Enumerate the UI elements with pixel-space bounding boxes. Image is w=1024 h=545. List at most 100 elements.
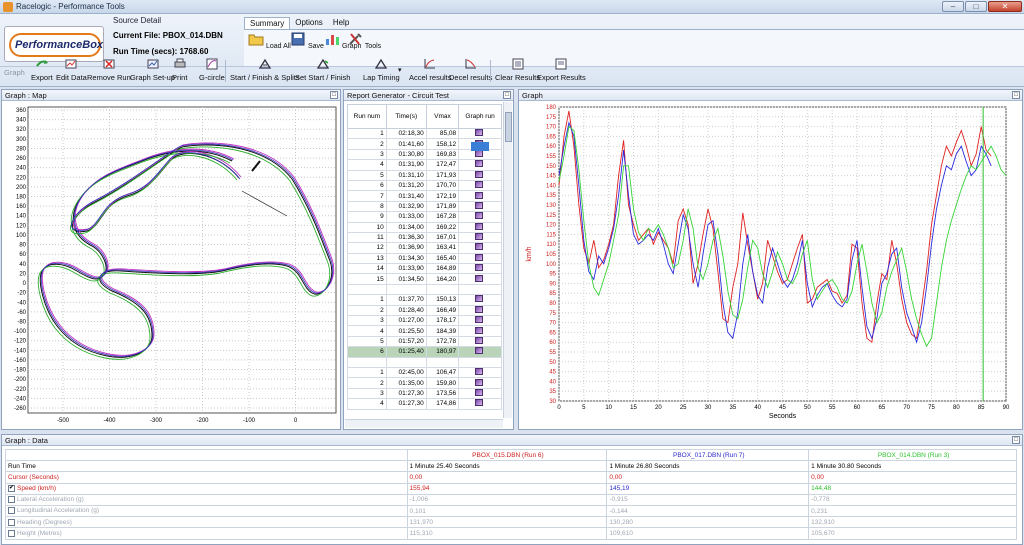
report-row[interactable]: 1 02:45,00 106,47 <box>347 366 502 379</box>
remove-run-button[interactable]: Remove Run <box>87 58 131 82</box>
report-row[interactable]: 4 01:25,50 184,39 <box>347 325 502 337</box>
graph-run-icon[interactable] <box>475 264 484 272</box>
report-row[interactable]: 15 01:34,50 164,20 <box>347 273 502 285</box>
graph-run-icon[interactable] <box>475 129 484 137</box>
maximize-button[interactable]: □ <box>965 1 987 12</box>
graph-setup-button[interactable]: Graph Set-up <box>130 58 175 82</box>
graph-run-cell[interactable] <box>458 200 502 213</box>
col-graph-run[interactable]: Graph run <box>458 104 502 129</box>
pin-icon[interactable]: □ <box>1012 436 1020 444</box>
accel-results-button[interactable]: Accel results <box>409 58 452 82</box>
report-row[interactable]: 3 01:27,30 173,56 <box>347 387 502 400</box>
graph-run-icon[interactable] <box>475 326 484 334</box>
graph-run-cell[interactable] <box>458 387 502 400</box>
graph-run-icon[interactable] <box>475 337 484 344</box>
graph-run-cell[interactable] <box>458 315 502 327</box>
report-row[interactable]: 6 01:25,40 180,97 <box>347 346 502 358</box>
graph-run-icon[interactable] <box>475 316 484 324</box>
report-row[interactable]: 5 01:31,10 171,93 <box>347 169 502 181</box>
graph-run-cell[interactable] <box>458 242 502 254</box>
graph-run-icon[interactable] <box>475 212 484 220</box>
col-vmax[interactable]: Vmax <box>425 104 460 129</box>
export-button[interactable]: Export <box>31 58 53 82</box>
graph-run-icon[interactable] <box>475 388 484 396</box>
report-row[interactable]: 3 01:30,80 169,83 <box>347 141 502 161</box>
export-results-button[interactable]: Export Results <box>537 58 586 82</box>
graph-run-icon[interactable] <box>475 305 484 313</box>
graph-run-cell[interactable] <box>458 377 502 389</box>
lap-timing-button[interactable]: Lap Timing <box>363 58 400 82</box>
graph-run-cell[interactable] <box>458 273 502 285</box>
report-row[interactable]: 8 01:32,90 171,89 <box>347 200 502 213</box>
print-button[interactable]: Print <box>172 58 187 82</box>
graph-run-icon[interactable] <box>475 243 484 251</box>
lap-timing-dropdown-icon[interactable]: ▾ <box>398 66 402 74</box>
close-button[interactable]: ✕ <box>988 1 1022 12</box>
graph-run-cell[interactable] <box>458 141 502 161</box>
report-row[interactable]: 1 01:37,70 150,13 <box>347 294 502 306</box>
report-vertical-scrollbar[interactable] <box>503 102 512 418</box>
graph-run-icon[interactable] <box>475 160 484 168</box>
graph-run-icon[interactable] <box>475 233 484 241</box>
graph-run-cell[interactable] <box>458 398 502 410</box>
graph-run-cell[interactable] <box>458 263 502 275</box>
report-row[interactable]: 13 01:34,30 165,40 <box>347 252 502 265</box>
graph-run-cell[interactable] <box>458 127 502 140</box>
graph-run-cell[interactable] <box>458 179 502 192</box>
report-row[interactable]: 2 01:28,40 166,49 <box>347 304 502 317</box>
graph-run-cell[interactable] <box>458 304 502 317</box>
set-start-finish-button[interactable]: Set Start / Finish <box>295 58 350 82</box>
graph-run-icon[interactable] <box>475 222 484 230</box>
g-circle-button[interactable]: G-circle <box>199 58 225 82</box>
checkbox[interactable] <box>8 518 15 526</box>
report-row[interactable]: 4 01:27,30 174,86 <box>347 398 502 410</box>
graph-run-cell[interactable] <box>458 346 502 358</box>
checkbox[interactable] <box>8 507 15 515</box>
checkbox[interactable]: ✔ <box>8 485 15 493</box>
graph-run-icon[interactable] <box>475 378 484 386</box>
minimize-button[interactable]: – <box>942 1 964 12</box>
report-row[interactable]: 14 01:33,90 164,89 <box>347 263 502 275</box>
col-run-num[interactable]: Run num <box>347 104 387 129</box>
graph-run-icon[interactable] <box>475 347 484 355</box>
graph-run-cell[interactable] <box>458 169 502 181</box>
graph-run-icon[interactable] <box>475 295 484 303</box>
speed-graph[interactable]: 3035404550556065707580859095100105110115… <box>519 101 1022 429</box>
graph-run-icon[interactable] <box>475 253 484 261</box>
report-horizontal-scrollbar[interactable] <box>345 419 503 428</box>
tools-button[interactable]: Tools <box>347 32 381 50</box>
report-row[interactable]: 11 01:36,30 167,01 <box>347 231 502 244</box>
pin-icon[interactable]: □ <box>1012 91 1020 99</box>
report-row[interactable]: 5 01:57,20 172,78 <box>347 335 502 348</box>
clear-results-button[interactable]: Clear Results <box>495 58 540 82</box>
report-row[interactable]: 7 01:31,40 172,19 <box>347 190 502 202</box>
load-all-button[interactable]: Load All <box>248 32 291 50</box>
graph-run-cell[interactable] <box>458 325 502 337</box>
graph-run-cell[interactable] <box>458 190 502 202</box>
graph-run-cell[interactable] <box>458 231 502 244</box>
graph-run-cell[interactable] <box>458 335 502 348</box>
graph-run-cell[interactable] <box>458 366 502 379</box>
scroll-thumb[interactable] <box>505 112 512 142</box>
graph-run-cell[interactable] <box>458 252 502 265</box>
track-map[interactable]: 3603403203002802602402202001801601401201… <box>2 101 340 429</box>
graph-run-icon[interactable] <box>475 399 484 407</box>
graph-run-icon[interactable] <box>475 201 484 209</box>
graph-run-cell[interactable] <box>458 294 502 306</box>
graph-run-icon[interactable] <box>475 191 484 199</box>
graph-run-cell[interactable] <box>458 159 502 171</box>
checkbox[interactable] <box>8 529 15 537</box>
report-row[interactable]: 12 01:36,90 163,41 <box>347 242 502 254</box>
graph-run-icon[interactable] <box>475 368 484 376</box>
report-row[interactable]: 10 01:34,00 169,22 <box>347 221 502 233</box>
report-row[interactable]: 9 01:33,00 167,28 <box>347 211 502 223</box>
graph-run-icon[interactable] <box>475 170 484 178</box>
pin-icon[interactable]: □ <box>330 91 338 99</box>
menu-summary[interactable]: Summary <box>244 17 291 29</box>
report-row[interactable]: 2 01:35,00 159,80 <box>347 377 502 389</box>
report-row[interactable]: 6 01:31,20 170,70 <box>347 179 502 192</box>
menu-help[interactable]: Help <box>328 17 354 29</box>
start-finish-splits-button[interactable]: Start / Finish & Splits <box>230 58 300 82</box>
graph-run-icon[interactable] <box>475 274 484 282</box>
report-row[interactable]: 3 01:27,00 178,17 <box>347 315 502 327</box>
